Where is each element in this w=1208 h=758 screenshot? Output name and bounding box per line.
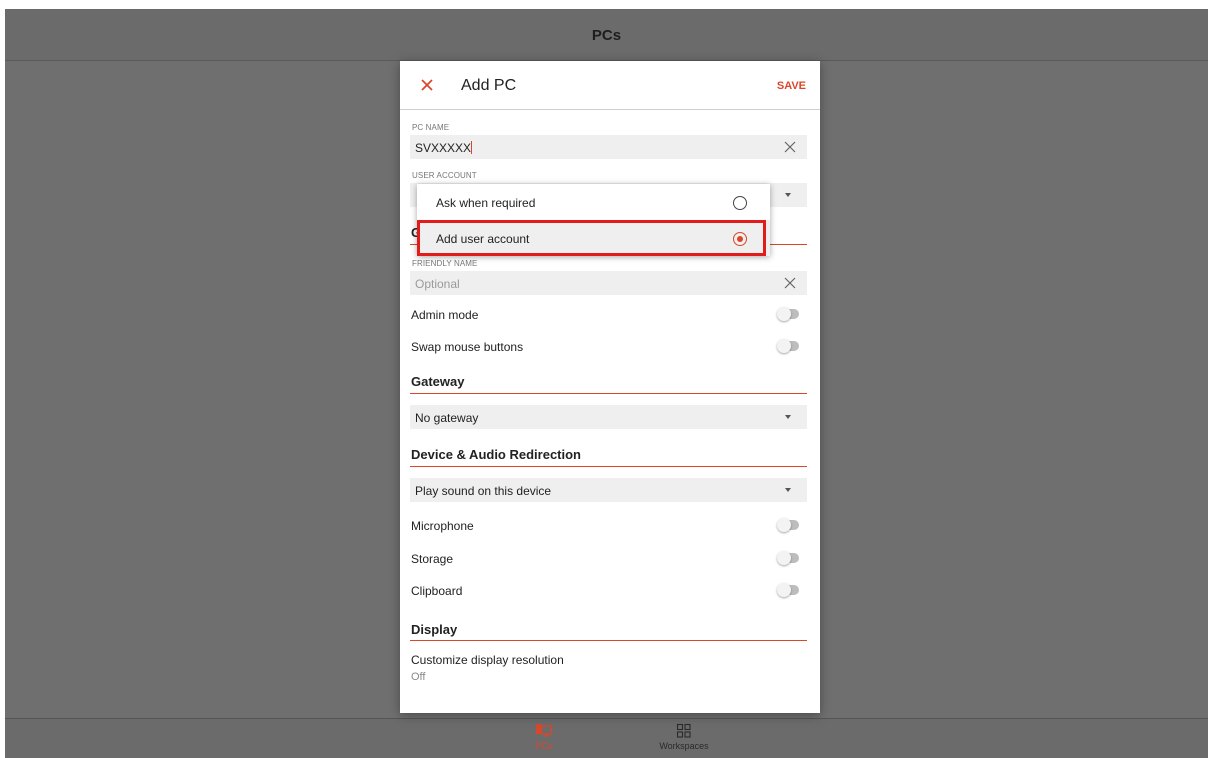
storage-row: Storage (411, 548, 808, 570)
display-resolution-label: Customize display resolution (411, 653, 564, 667)
device-audio-section-divider (410, 466, 807, 467)
gateway-section-divider (410, 393, 807, 394)
pc-name-label: PC NAME (412, 123, 450, 132)
tab-pcs-label: PCs (535, 741, 553, 751)
text-caret (471, 141, 473, 154)
pc-name-value: SVXXXXX (415, 141, 472, 155)
gateway-select[interactable]: No gateway (410, 405, 807, 429)
friendly-name-label: FRIENDLY NAME (412, 259, 478, 268)
microphone-row: Microphone (411, 515, 808, 537)
option-ask-when-required[interactable]: Ask when required (417, 184, 770, 220)
radio-unselected-icon (733, 196, 747, 210)
friendly-name-placeholder: Optional (415, 277, 460, 291)
clear-icon[interactable] (783, 140, 797, 154)
swap-mouse-toggle[interactable] (777, 339, 799, 353)
tab-workspaces-label: Workspaces (659, 741, 709, 751)
chevron-down-icon (785, 193, 791, 197)
clipboard-toggle[interactable] (777, 583, 799, 597)
option-add-user-account[interactable]: Add user account (417, 220, 770, 256)
sound-value: Play sound on this device (415, 484, 552, 498)
admin-mode-label: Admin mode (411, 308, 479, 322)
dialog-title: Add PC (461, 77, 517, 94)
tab-pcs[interactable]: PCs (504, 723, 584, 751)
clear-icon[interactable] (783, 276, 797, 290)
microphone-label: Microphone (411, 519, 474, 533)
app-top-bar: PCs (5, 9, 1208, 61)
display-section-title: Display (411, 622, 458, 637)
clipboard-row: Clipboard (411, 580, 808, 602)
chevron-down-icon (785, 488, 791, 492)
clipboard-label: Clipboard (411, 584, 463, 598)
save-button[interactable]: SAVE (777, 80, 806, 92)
pc-name-input[interactable]: SVXXXXX (410, 135, 807, 159)
option-label: Add user account (436, 232, 530, 246)
option-label: Ask when required (436, 196, 536, 210)
admin-mode-toggle[interactable] (777, 307, 799, 321)
close-icon[interactable] (417, 75, 437, 95)
user-account-dropdown-menu: Ask when required Add user account (417, 184, 770, 256)
dialog-header: Add PC SAVE (400, 61, 820, 110)
monitor-icon (536, 724, 553, 737)
device-audio-section-title: Device & Audio Redirection (411, 447, 581, 462)
display-resolution-value: Off (411, 671, 426, 683)
storage-label: Storage (411, 552, 454, 566)
microphone-toggle[interactable] (777, 518, 799, 532)
swap-mouse-label: Swap mouse buttons (411, 340, 524, 354)
grid-icon (676, 723, 691, 738)
app-title: PCs (591, 27, 622, 44)
friendly-name-input[interactable]: Optional (410, 271, 807, 295)
sound-select[interactable]: Play sound on this device (410, 478, 807, 502)
bottom-navigation: PCs Workspaces (5, 718, 1208, 758)
chevron-down-icon (785, 415, 791, 419)
user-account-label: USER ACCOUNT (412, 171, 477, 180)
add-pc-dialog: Add PC SAVE PC NAME SVXXXXX USER ACCOUNT… (400, 61, 820, 713)
display-resolution-item[interactable]: Customize display resolution Off (411, 653, 808, 689)
gateway-section-title: Gateway (411, 374, 465, 389)
gateway-value: No gateway (415, 411, 479, 425)
tab-workspaces[interactable]: Workspaces (644, 723, 724, 751)
display-section-divider (410, 640, 807, 641)
storage-toggle[interactable] (777, 551, 799, 565)
admin-mode-row: Admin mode (411, 304, 808, 326)
radio-selected-icon (733, 232, 747, 246)
swap-mouse-row: Swap mouse buttons (411, 336, 808, 358)
